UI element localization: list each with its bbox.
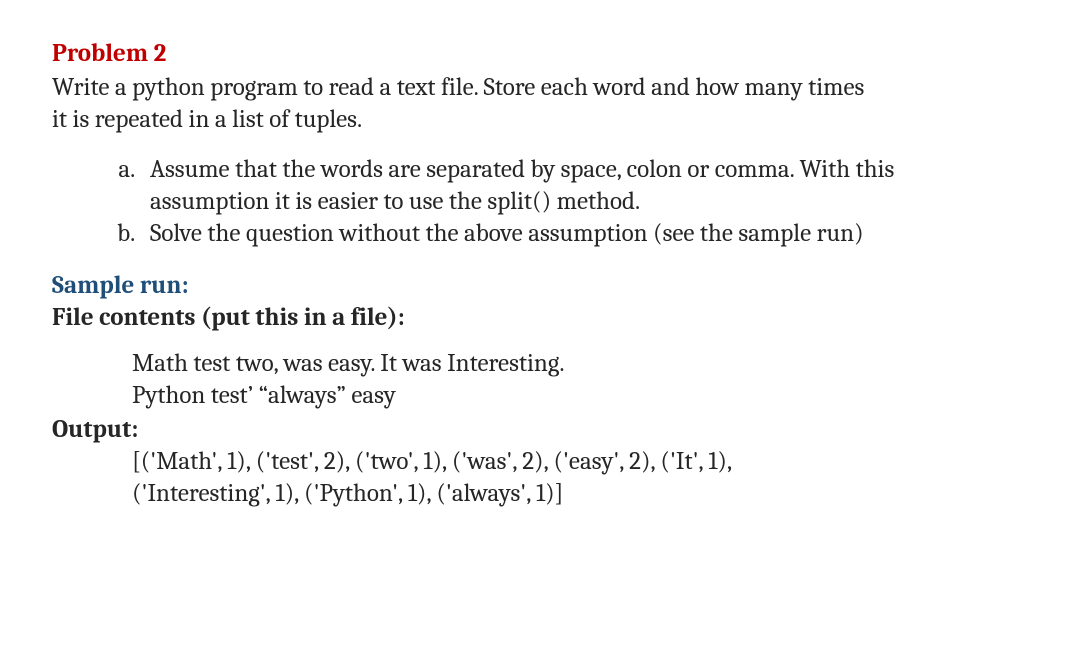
problem-title: Problem 2 <box>52 38 1028 70</box>
subitem-a-line-1: Assume that the words are separated by s… <box>150 155 894 184</box>
output-label: Output: <box>52 414 1028 446</box>
output-line-2: ('Interesting', 1), ('Python', 1), ('alw… <box>132 479 563 508</box>
output-line-1: [('Math', 1), ('test', 2), ('two', 1), (… <box>132 447 732 476</box>
output-block: [('Math', 1), ('test', 2), ('two', 1), (… <box>52 446 1028 510</box>
file-contents-line-2: Python test’ “always” easy <box>132 381 396 410</box>
problem-description: Write a python program to read a text fi… <box>52 72 1028 136</box>
desc-line-2: it is repeated in a list of tuples. <box>52 105 362 134</box>
subitem-b-text: Solve the question without the above ass… <box>150 219 864 248</box>
file-contents-line-1: Math test two, was easy. It was Interest… <box>132 349 565 378</box>
file-contents-block: Math test two, was easy. It was Interest… <box>52 348 1028 412</box>
desc-line-1: Write a python program to read a text fi… <box>52 73 864 102</box>
subitem-a-line-2: assumption it is easier to use the split… <box>150 187 640 216</box>
subitem-a: Assume that the words are separated by s… <box>140 154 1028 218</box>
sample-run-label: Sample run: <box>52 270 1028 302</box>
file-contents-label: File contents (put this in a file): <box>52 302 1028 334</box>
subitems-list: Assume that the words are separated by s… <box>52 154 1028 250</box>
subitem-b: Solve the question without the above ass… <box>140 218 1028 250</box>
